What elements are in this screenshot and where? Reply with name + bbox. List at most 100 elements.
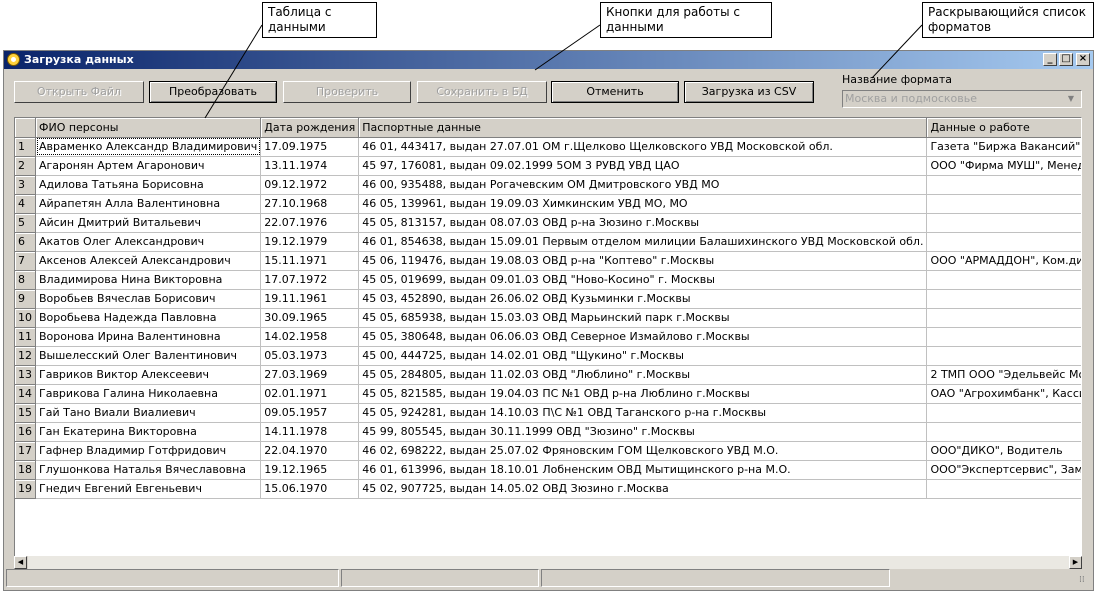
- table-cell[interactable]: 46 01, 443417, выдан 27.07.01 ОМ г.Щелко…: [358, 137, 928, 157]
- table-cell[interactable]: 45 02, 907725, выдан 14.05.02 ОВД Зюзино…: [358, 479, 928, 499]
- table-cell[interactable]: 45 06, 119476, выдан 19.08.03 ОВД р-на "…: [358, 251, 928, 271]
- table-cell[interactable]: Владимирова Нина Викторовна: [35, 270, 262, 290]
- row-number-cell[interactable]: 4: [15, 194, 36, 214]
- table-row[interactable]: 3 Адилова Татьяна Борисовна 09.12.1972 46 0…: [15, 175, 1081, 195]
- transform-button[interactable]: Преобразовать: [149, 81, 277, 103]
- table-cell[interactable]: 17.09.1975: [260, 137, 360, 157]
- table-cell[interactable]: 46 01, 854638, выдан 15.09.01 Первым отд…: [358, 232, 928, 252]
- table-cell[interactable]: 45 05, 685938, выдан 15.03.03 ОВД Марьин…: [358, 308, 928, 328]
- row-number-cell[interactable]: 19: [15, 479, 36, 499]
- load-csv-button[interactable]: Загрузка из CSV: [684, 81, 814, 103]
- table-cell[interactable]: Авраменко Александр Владимирович: [35, 137, 262, 157]
- table-cell[interactable]: 45 05, 821585, выдан 19.04.03 ПС №1 ОВД …: [358, 384, 928, 404]
- table-cell[interactable]: Гаврикова Галина Николаевна: [35, 384, 262, 404]
- table-cell[interactable]: 19.12.1979: [260, 232, 360, 252]
- table-row[interactable]: 2 Агаронян Артем Агаронович 13.11.1974 45 9…: [15, 156, 1081, 176]
- table-cell[interactable]: 27.10.1968: [260, 194, 360, 214]
- scroll-thumb[interactable]: [27, 556, 28, 569]
- scroll-left-icon[interactable]: ◀: [14, 556, 27, 569]
- table-row[interactable]: 6 Акатов Олег Александрович 19.12.1979 46 0…: [15, 232, 1081, 252]
- table-cell[interactable]: [926, 232, 1081, 252]
- table-cell[interactable]: 14.11.1978: [260, 422, 360, 442]
- check-button[interactable]: Проверить: [283, 81, 411, 103]
- table-cell[interactable]: 45 05, 813157, выдан 08.07.03 ОВД р-на З…: [358, 213, 928, 233]
- close-button[interactable]: ×: [1076, 53, 1090, 66]
- table-cell[interactable]: [926, 479, 1081, 499]
- row-number-cell[interactable]: 11: [15, 327, 36, 347]
- table-cell[interactable]: Ган Екатерина Викторовна: [35, 422, 262, 442]
- table-cell[interactable]: Аксенов Алексей Александрович: [35, 251, 262, 271]
- open-file-button[interactable]: Открыть Файл: [14, 81, 144, 103]
- table-cell[interactable]: 45 05, 284805, выдан 11.02.03 ОВД "Любли…: [358, 365, 928, 385]
- table-cell[interactable]: Адилова Татьяна Борисовна: [35, 175, 262, 195]
- row-number-cell[interactable]: 5: [15, 213, 36, 233]
- table-cell[interactable]: 46 05, 139961, выдан 19.09.03 Химкинским…: [358, 194, 928, 214]
- chevron-down-icon[interactable]: ▼: [1064, 92, 1078, 106]
- format-select[interactable]: Москва и подмосковье ▼: [842, 90, 1082, 108]
- resize-grip-icon[interactable]: ⁞⁞: [1079, 574, 1091, 586]
- table-row[interactable]: 13 Гавриков Виктор Алексеевич 27.03.1969 45…: [15, 365, 1081, 385]
- table-row[interactable]: 1 Авраменко Александр Владимирович 17.09.1…: [15, 137, 1081, 157]
- cancel-button[interactable]: Отменить: [551, 81, 679, 103]
- table-row[interactable]: 7 Аксенов Алексей Александрович 15.11.1971…: [15, 251, 1081, 271]
- table-cell[interactable]: [926, 213, 1081, 233]
- table-cell[interactable]: 14.02.1958: [260, 327, 360, 347]
- table-cell[interactable]: 45 03, 452890, выдан 26.06.02 ОВД Кузьми…: [358, 289, 928, 309]
- column-header[interactable]: Данные о работе: [926, 118, 1081, 138]
- table-row[interactable]: 9 Воробьев Вячеслав Борисович 19.11.1961 45…: [15, 289, 1081, 309]
- table-cell[interactable]: ООО"Экспертсервис", Зам.Дир: [926, 460, 1081, 480]
- column-header[interactable]: Дата рождения: [260, 118, 360, 138]
- table-cell[interactable]: 09.12.1972: [260, 175, 360, 195]
- table-cell[interactable]: 09.05.1957: [260, 403, 360, 423]
- table-cell[interactable]: [926, 270, 1081, 290]
- table-row[interactable]: 16 Ган Екатерина Викторовна 14.11.1978 45 9…: [15, 422, 1081, 442]
- row-number-cell[interactable]: 1: [15, 137, 36, 157]
- table-row[interactable]: 17 Гафнер Владимир Готфридович 22.04.1970 4…: [15, 441, 1081, 461]
- table-cell[interactable]: ООО"ДИКО", Водитель: [926, 441, 1081, 461]
- row-number-header[interactable]: [15, 118, 36, 138]
- table-cell[interactable]: Гнедич Евгений Евгеньевич: [35, 479, 262, 499]
- row-number-cell[interactable]: 10: [15, 308, 36, 328]
- table-row[interactable]: 5 Айсин Дмитрий Витальевич 22.07.1976 45 05…: [15, 213, 1081, 233]
- table-cell[interactable]: 05.03.1973: [260, 346, 360, 366]
- table-row[interactable]: 11 Воронова Ирина Валентиновна 14.02.1958 4…: [15, 327, 1081, 347]
- table-cell[interactable]: Вышелесский Олег Валентинович: [35, 346, 262, 366]
- table-cell[interactable]: Воробьев Вячеслав Борисович: [35, 289, 262, 309]
- table-cell[interactable]: [926, 422, 1081, 442]
- table-cell[interactable]: [926, 175, 1081, 195]
- column-header[interactable]: ФИО персоны: [35, 118, 262, 138]
- table-cell[interactable]: [926, 403, 1081, 423]
- table-row[interactable]: 19 Гнедич Евгений Евгеньевич 15.06.1970 45 …: [15, 479, 1081, 499]
- table-cell[interactable]: Газета "Биржа Вакансий", Стар: [926, 137, 1081, 157]
- table-row[interactable]: 8 Владимирова Нина Викторовна 17.07.1972 45…: [15, 270, 1081, 290]
- table-cell[interactable]: ОАО "Агрохимбанк", Кассир: [926, 384, 1081, 404]
- table-cell[interactable]: 27.03.1969: [260, 365, 360, 385]
- table-cell[interactable]: Глушонкова Наталья Вячеславовна: [35, 460, 262, 480]
- row-number-cell[interactable]: 12: [15, 346, 36, 366]
- row-number-cell[interactable]: 16: [15, 422, 36, 442]
- table-cell[interactable]: 22.07.1976: [260, 213, 360, 233]
- table-cell[interactable]: 45 99, 805545, выдан 30.11.1999 ОВД "Зюз…: [358, 422, 928, 442]
- table-cell[interactable]: 46 01, 613996, выдан 18.10.01 Лобненским…: [358, 460, 928, 480]
- row-number-cell[interactable]: 3: [15, 175, 36, 195]
- table-cell[interactable]: 22.04.1970: [260, 441, 360, 461]
- table-row[interactable]: 10 Воробьева Надежда Павловна 30.09.1965 45…: [15, 308, 1081, 328]
- row-number-cell[interactable]: 8: [15, 270, 36, 290]
- minimize-button[interactable]: _: [1043, 53, 1057, 66]
- table-cell[interactable]: Гавриков Виктор Алексеевич: [35, 365, 262, 385]
- table-cell[interactable]: 19.11.1961: [260, 289, 360, 309]
- row-number-cell[interactable]: 2: [15, 156, 36, 176]
- table-cell[interactable]: Воробьева Надежда Павловна: [35, 308, 262, 328]
- row-number-cell[interactable]: 18: [15, 460, 36, 480]
- table-cell[interactable]: 46 02, 698222, выдан 25.07.02 Фряновским…: [358, 441, 928, 461]
- table-row[interactable]: 12 Вышелесский Олег Валентинович 05.03.197…: [15, 346, 1081, 366]
- row-number-cell[interactable]: 6: [15, 232, 36, 252]
- column-header[interactable]: Паспортные данные: [358, 118, 928, 138]
- table-cell[interactable]: 13.11.1974: [260, 156, 360, 176]
- table-row[interactable]: 14 Гаврикова Галина Николаевна 02.01.1971 4…: [15, 384, 1081, 404]
- horizontal-scrollbar[interactable]: ◀ ▶: [14, 556, 1082, 569]
- table-cell[interactable]: [926, 346, 1081, 366]
- table-cell[interactable]: 45 05, 380648, выдан 06.06.03 ОВД Северн…: [358, 327, 928, 347]
- table-cell[interactable]: Айрапетян Алла Валентиновна: [35, 194, 262, 214]
- table-cell[interactable]: 30.09.1965: [260, 308, 360, 328]
